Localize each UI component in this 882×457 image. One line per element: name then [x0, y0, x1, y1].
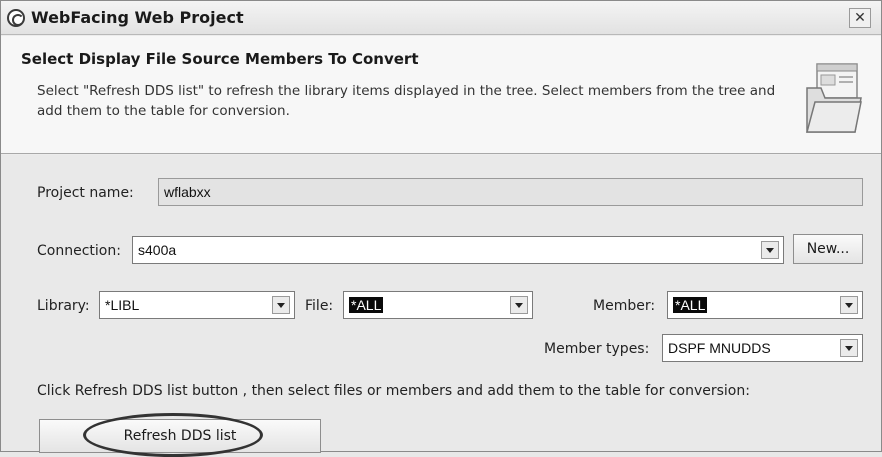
instruction-text: Click Refresh DDS list button , then sel… [37, 383, 750, 399]
chevron-down-icon[interactable] [840, 296, 858, 314]
member-label: Member: [593, 298, 656, 314]
library-label: Library: [37, 298, 90, 314]
connection-label: Connection: [37, 243, 121, 259]
library-value: *LIBL [105, 297, 140, 313]
connection-select[interactable]: s400a [132, 236, 784, 264]
chevron-down-icon[interactable] [272, 296, 290, 314]
member-value: *ALL [673, 297, 708, 313]
project-name-value: wflabxx [164, 184, 211, 200]
page-title: Select Display File Source Members To Co… [21, 50, 419, 68]
chevron-down-icon[interactable] [840, 339, 858, 357]
member-select[interactable]: *ALL [667, 291, 863, 319]
folder-wizard-icon [806, 63, 862, 133]
connection-value: s400a [138, 242, 177, 258]
chevron-down-icon[interactable] [510, 296, 528, 314]
file-label: File: [305, 298, 334, 314]
file-value: *ALL [349, 297, 384, 313]
member-types-select[interactable]: DSPF MNUDDS [662, 334, 863, 362]
title-bar: WebFacing Web Project ✕ [1, 1, 881, 35]
wizard-header: Select Display File Source Members To Co… [1, 36, 881, 154]
project-name-field: wflabxx [158, 178, 863, 206]
library-select[interactable]: *LIBL [99, 291, 295, 319]
refresh-dds-list-button[interactable]: Refresh DDS list [39, 419, 321, 453]
chevron-down-icon[interactable] [761, 241, 779, 259]
close-button[interactable]: ✕ [849, 8, 871, 28]
member-types-label: Member types: [544, 341, 650, 357]
project-name-label: Project name: [37, 185, 134, 201]
page-description: Select "Refresh DDS list" to refresh the… [37, 83, 776, 119]
window-title: WebFacing Web Project [31, 8, 244, 27]
new-connection-button[interactable]: New... [793, 234, 863, 264]
dialog-window: WebFacing Web Project ✕ Select Display F… [0, 0, 882, 457]
member-types-value: DSPF MNUDDS [668, 340, 771, 356]
file-select[interactable]: *ALL [343, 291, 533, 319]
form-body: Project name: wflabxx Connection: s400a … [1, 155, 881, 457]
app-icon [7, 9, 25, 27]
